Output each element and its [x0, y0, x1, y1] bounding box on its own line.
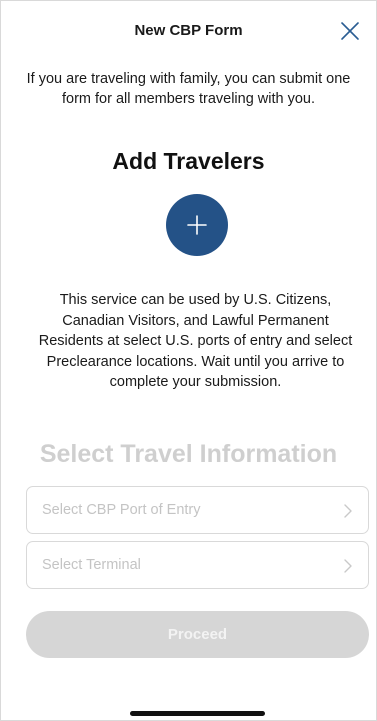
close-button[interactable]: [337, 18, 363, 44]
terminal-select[interactable]: Select Terminal: [26, 541, 369, 589]
proceed-button[interactable]: Proceed: [26, 611, 369, 658]
add-travelers-heading: Add Travelers: [112, 148, 265, 174]
port-of-entry-label: Select CBP Port of Entry: [42, 502, 201, 518]
page-title: New CBP Form: [134, 22, 243, 39]
add-traveler-button[interactable]: [166, 194, 228, 256]
close-icon: [341, 22, 359, 40]
plus-icon: [187, 215, 207, 235]
home-indicator[interactable]: [130, 711, 265, 716]
port-of-entry-select[interactable]: Select CBP Port of Entry: [26, 486, 369, 534]
service-eligibility-text: This service can be used by U.S. Citizen…: [38, 292, 353, 390]
travel-info-heading: Select Travel Information: [39, 440, 338, 468]
terminal-label: Select Terminal: [42, 557, 141, 573]
family-info-text: If you are traveling with family, you ca…: [26, 71, 351, 107]
chevron-right-icon: [344, 559, 352, 573]
header: New CBP Form: [0, 0, 377, 64]
chevron-right-icon: [344, 504, 352, 518]
